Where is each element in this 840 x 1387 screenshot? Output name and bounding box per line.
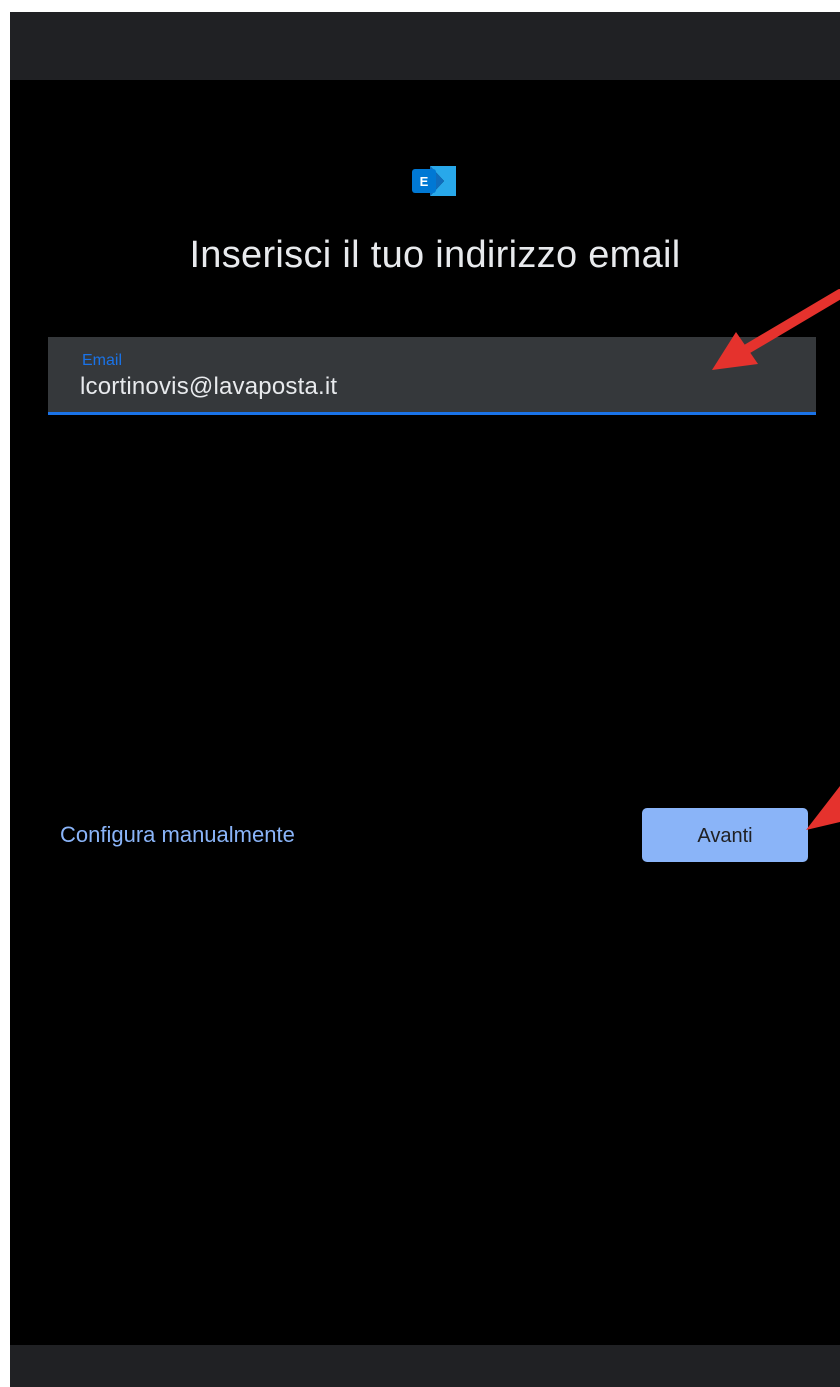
annotation-arrow-next bbox=[806, 786, 840, 830]
exchange-logo-icon: E bbox=[412, 166, 456, 196]
logo-letter: E bbox=[420, 174, 429, 189]
navigation-bar bbox=[10, 1345, 840, 1387]
next-button[interactable]: Avanti bbox=[642, 808, 808, 862]
status-bar bbox=[10, 12, 840, 80]
page-title: Inserisci il tuo indirizzo email bbox=[189, 234, 681, 276]
app-screen: E Inserisci il tuo indirizzo email Email… bbox=[10, 12, 840, 1387]
email-input[interactable]: lcortinovis@lavaposta.it bbox=[80, 373, 337, 401]
email-field-label: Email bbox=[82, 352, 123, 369]
email-field[interactable]: Email lcortinovis@lavaposta.it bbox=[48, 337, 816, 415]
manual-setup-link[interactable]: Configura manualmente bbox=[60, 822, 295, 848]
